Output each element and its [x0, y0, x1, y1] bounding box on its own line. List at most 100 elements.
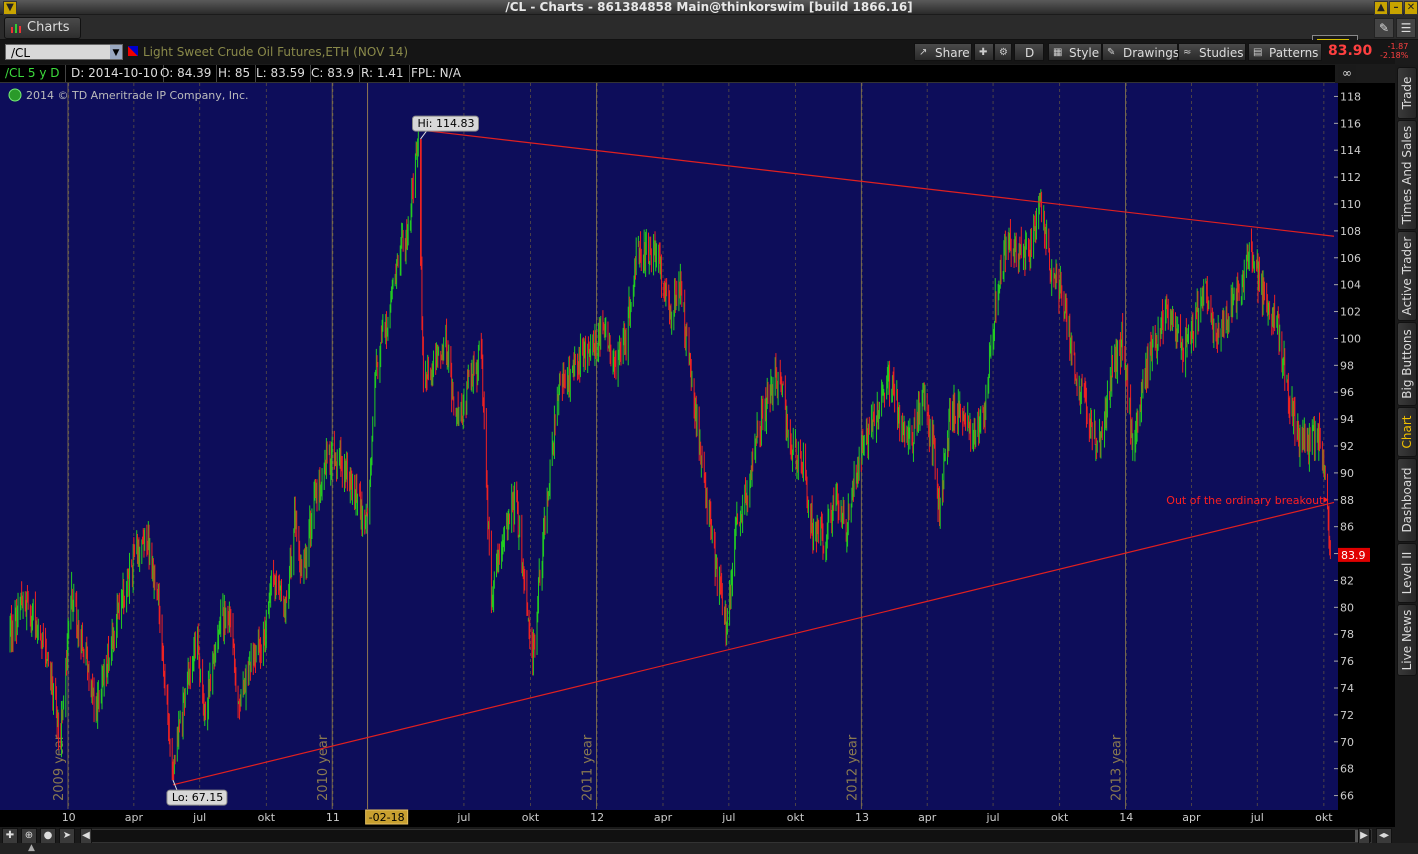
tab-charts[interactable]: Charts [4, 17, 81, 39]
sidebar-tab-label: Level II [1400, 551, 1414, 595]
wrench-icon: ⚙ [999, 47, 1008, 58]
sidebar-tab-dashboard[interactable]: Dashboard [1397, 458, 1417, 542]
crosshair-icon: ✚ [979, 47, 988, 58]
status-bar: ▲ [0, 843, 1418, 854]
window-minimize-icon[interactable]: – [1389, 1, 1403, 15]
time-tick-label: okt [1051, 811, 1069, 824]
window-menu-icon[interactable]: ▼ [3, 1, 17, 15]
price-tick-label: 88 [1340, 494, 1354, 507]
price-tick-label: 106 [1340, 252, 1361, 265]
tab-bar: Charts ✎ ☰ [0, 15, 1418, 51]
drawings-button[interactable]: ✎ Drawings [1102, 43, 1179, 61]
sidebar-tab-level-ii[interactable]: Level II [1397, 543, 1417, 603]
time-tick-label: jul [721, 811, 735, 824]
sidebar-tab-chart[interactable]: Chart [1397, 407, 1417, 457]
style-button[interactable]: ▦ Style [1048, 43, 1102, 61]
chart-info-bar: /CL 5 y D D: 2014-10-10 O: 84.39 H: 85 L… [0, 65, 1356, 83]
info-close: C: 83.9 [306, 65, 360, 82]
window-close-icon[interactable]: ✕ [1404, 1, 1418, 15]
low-label: Lo: 67.15 [172, 791, 223, 804]
zoom-tool-icon[interactable]: ⊕ [21, 828, 37, 844]
patterns-button[interactable]: ▤ Patterns [1248, 43, 1322, 61]
style-label: Style [1069, 46, 1100, 60]
time-tick-label: 10 [62, 811, 76, 824]
menu-icon[interactable]: ☰ [1396, 18, 1416, 38]
price-tick-label: 66 [1340, 790, 1354, 803]
drawing-mode-button[interactable]: D [1014, 43, 1044, 61]
sidebar-tab-label: Live News [1400, 609, 1414, 671]
price-tick-label: 82 [1340, 574, 1354, 587]
price-tick-label: 104 [1340, 279, 1361, 292]
symbol-dropdown-icon[interactable]: ▼ [110, 45, 122, 59]
price-tick-label: 90 [1340, 467, 1354, 480]
time-tick-label: okt [258, 811, 276, 824]
horizontal-scrollbar[interactable] [80, 829, 1372, 843]
chart-background [0, 83, 1338, 810]
price-tick-label: 108 [1340, 225, 1361, 238]
price-tick-label: 116 [1340, 117, 1361, 130]
price-tick-label: 78 [1340, 628, 1354, 641]
time-tick-label: apr [125, 811, 144, 824]
time-tick-label: apr [654, 811, 673, 824]
time-tick-label: okt [1315, 811, 1333, 824]
time-tick-label: apr [1182, 811, 1201, 824]
info-low: L: 83.59 [251, 65, 311, 82]
window-shade-icon[interactable]: ▲ [1374, 1, 1388, 15]
info-date: D: 2014-10-10 [66, 65, 164, 82]
symbol-input[interactable]: /CL ▼ [5, 44, 123, 60]
patterns-label: Patterns [1269, 46, 1319, 60]
tab-label: Charts [27, 20, 70, 35]
crosshair-tool-button[interactable]: ✚ [974, 43, 994, 61]
studies-button[interactable]: ≈ Studies [1178, 43, 1246, 61]
chart-settings-icon[interactable]: ∞ [1338, 65, 1356, 82]
symbol-value: /CL [11, 46, 31, 60]
year-separator-label: 2011 year [580, 734, 595, 801]
pan-tool-icon[interactable]: ✚ [2, 828, 18, 844]
sidebar-tab-label: Chart [1400, 415, 1414, 449]
time-tick-label: jul [456, 811, 470, 824]
sidebar-tab-trade[interactable]: Trade [1397, 67, 1417, 119]
price-chart-svg[interactable]: 6668707274767880828486889092949698100102… [0, 83, 1395, 827]
time-tick-label: jul [986, 811, 1000, 824]
sidebar-tab-big-buttons[interactable]: Big Buttons [1397, 322, 1417, 406]
time-tick-label: okt [522, 811, 540, 824]
time-tick-label: apr [918, 811, 937, 824]
sidebar-tab-label: Big Buttons [1400, 329, 1414, 399]
pointer-tool-icon[interactable]: ➤ [59, 828, 75, 844]
wrench-tool-button[interactable]: ⚙ [994, 43, 1012, 61]
scroll-left-icon[interactable]: ◀ [80, 828, 92, 844]
time-tick-label: 13 [855, 811, 869, 824]
sidebar-tab-active-trader[interactable]: Active Trader [1397, 231, 1417, 321]
sidebar-tab-label: Active Trader [1400, 236, 1414, 316]
expand-icon[interactable]: ◂▸ [1376, 828, 1392, 844]
sidebar-tab-times-and-sales[interactable]: Times And Sales [1397, 120, 1417, 230]
year-separator-label: 2010 year [316, 734, 331, 801]
right-sidebar: Trade Times And Sales Active Trader Big But… [1395, 65, 1418, 854]
price-tick-label: 94 [1340, 413, 1354, 426]
detach-icon[interactable]: ✎ [1374, 18, 1394, 38]
price-tick-label: 118 [1340, 90, 1361, 103]
price-tick-label: 92 [1340, 440, 1354, 453]
info-range: R: 1.41 [356, 65, 410, 82]
share-button[interactable]: ↗ Share [914, 43, 972, 61]
chart-bottom-bar: ✚ ⊕ ● ➤ ◀ ▶ ◂▸ [0, 827, 1395, 844]
price-chart[interactable]: 6668707274767880828486889092949698100102… [0, 83, 1395, 827]
price-tick-label: 102 [1340, 306, 1361, 319]
price-tick-label: 70 [1340, 736, 1354, 749]
sidebar-tab-label: Dashboard [1400, 467, 1414, 533]
zoom-out-icon[interactable]: ● [40, 828, 56, 844]
year-separator-label: 2012 year [845, 734, 860, 801]
symbol-link-icon[interactable] [128, 46, 138, 56]
last-price: 83.90 [1328, 43, 1373, 59]
info-period[interactable]: /CL 5 y D [0, 65, 66, 82]
chart-toolbar: /CL ▼ Light Sweet Crude Oil Futures,ETH … [0, 40, 1395, 64]
time-tick-label: jul [1250, 811, 1264, 824]
price-tick-label: 74 [1340, 682, 1354, 695]
last-price-label: 83.9 [1341, 549, 1366, 562]
time-tick-label: okt [787, 811, 805, 824]
scroll-right-icon[interactable]: ▶ [1358, 828, 1370, 844]
collapse-icon[interactable]: ▲ [28, 843, 35, 853]
studies-icon: ≈ [1183, 47, 1192, 58]
sidebar-tab-live-news[interactable]: Live News [1397, 604, 1417, 676]
charts-icon [11, 24, 21, 33]
